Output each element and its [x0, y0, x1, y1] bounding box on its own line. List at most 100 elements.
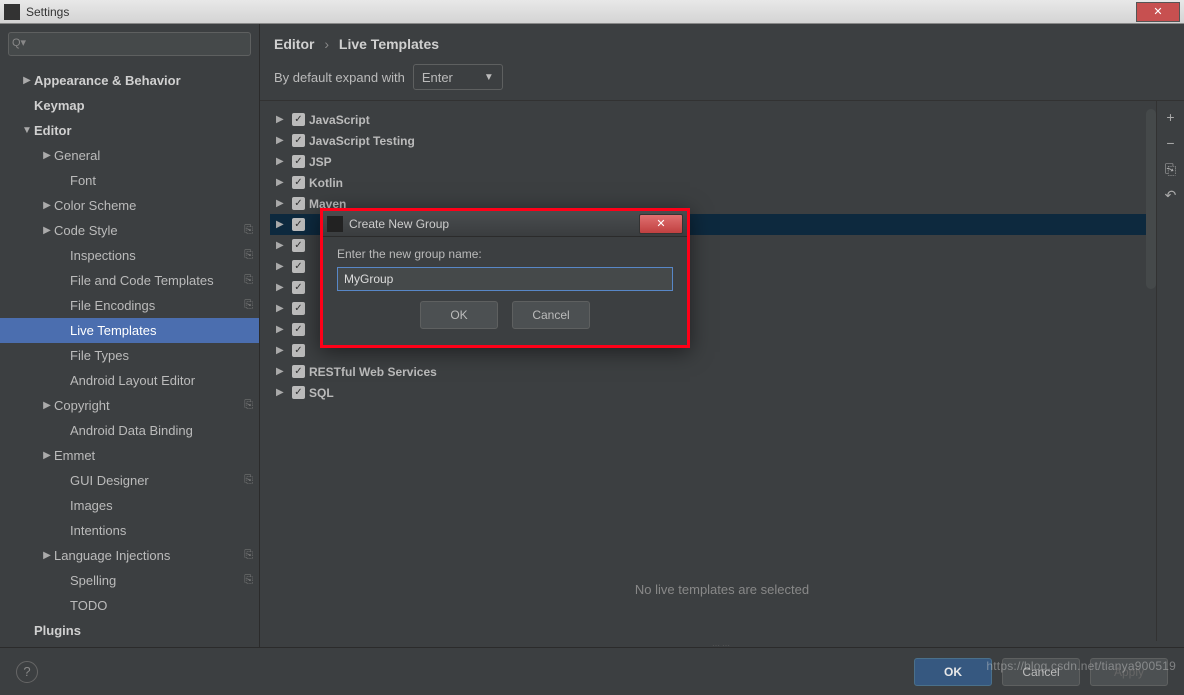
- breadcrumb-live-templates: Live Templates: [339, 36, 439, 52]
- sidebar-item-label: Emmet: [54, 448, 95, 463]
- tree-arrow-icon: ▶: [40, 400, 54, 411]
- dialog-close-button[interactable]: ✕: [639, 214, 683, 234]
- remove-template-button[interactable]: −: [1161, 133, 1181, 153]
- restore-template-button[interactable]: ↶: [1161, 185, 1181, 205]
- sidebar-item-appearance-behavior[interactable]: ▶Appearance & Behavior: [0, 68, 259, 93]
- sidebar-item-label: Code Style: [54, 223, 118, 238]
- dialog-ok-button[interactable]: OK: [420, 301, 498, 329]
- template-checkbox[interactable]: ✓: [292, 218, 305, 231]
- sidebar-item-keymap[interactable]: Keymap: [0, 93, 259, 118]
- sidebar-item-android-layout-editor[interactable]: Android Layout Editor: [0, 368, 259, 393]
- sidebar-item-label: File and Code Templates: [70, 273, 214, 288]
- sidebar-item-label: Editor: [34, 123, 72, 138]
- sidebar-item-spelling[interactable]: Spelling⎘: [0, 568, 259, 593]
- template-checkbox[interactable]: ✓: [292, 155, 305, 168]
- template-checkbox[interactable]: ✓: [292, 260, 305, 273]
- template-checkbox[interactable]: ✓: [292, 281, 305, 294]
- resize-grip[interactable]: ⋯⋯: [260, 641, 1184, 647]
- sidebar-item-code-style[interactable]: ▶Code Style⎘: [0, 218, 259, 243]
- expand-arrow-icon: ▶: [276, 261, 288, 272]
- tree-arrow-icon: ▶: [40, 450, 54, 461]
- template-checkbox[interactable]: ✓: [292, 134, 305, 147]
- template-group-row[interactable]: ▶✓Kotlin: [270, 172, 1152, 193]
- sidebar-item-label: Plugins: [34, 623, 81, 638]
- sidebar-item-language-injections[interactable]: ▶Language Injections⎘: [0, 543, 259, 568]
- expand-with-select[interactable]: Enter ▼: [413, 64, 503, 90]
- template-checkbox[interactable]: ✓: [292, 197, 305, 210]
- sidebar-item-label: Appearance & Behavior: [34, 73, 181, 88]
- breadcrumb-editor[interactable]: Editor: [274, 36, 314, 52]
- help-button[interactable]: ?: [16, 661, 38, 683]
- expand-arrow-icon: ▶: [276, 303, 288, 314]
- app-icon: [4, 4, 20, 20]
- sidebar-item-emmet[interactable]: ▶Emmet: [0, 443, 259, 468]
- add-template-button[interactable]: +: [1161, 107, 1181, 127]
- expand-arrow-icon: ▶: [276, 345, 288, 356]
- watermark: https://blog.csdn.net/tianya900519: [986, 659, 1176, 673]
- sidebar-item-general[interactable]: ▶General: [0, 143, 259, 168]
- template-checkbox[interactable]: ✓: [292, 386, 305, 399]
- template-checkbox[interactable]: ✓: [292, 176, 305, 189]
- template-group-label: JavaScript Testing: [309, 134, 415, 148]
- sidebar-item-label: General: [54, 148, 100, 163]
- tree-arrow-icon: ▶: [20, 75, 34, 86]
- scrollbar[interactable]: [1146, 109, 1156, 289]
- template-group-row[interactable]: ▶✓RESTful Web Services: [270, 361, 1152, 382]
- sidebar-item-label: Android Layout Editor: [70, 373, 195, 388]
- sidebar-item-label: Live Templates: [70, 323, 156, 338]
- group-name-input[interactable]: [337, 267, 673, 291]
- settings-ok-button[interactable]: OK: [914, 658, 992, 686]
- settings-search-input[interactable]: [8, 32, 251, 56]
- sidebar-item-label: Android Data Binding: [70, 423, 193, 438]
- sidebar-item-font[interactable]: Font: [0, 168, 259, 193]
- sidebar-item-file-encodings[interactable]: File Encodings⎘: [0, 293, 259, 318]
- sidebar-item-editor[interactable]: ▼Editor: [0, 118, 259, 143]
- search-icon: Q▾: [12, 36, 26, 49]
- sidebar-item-inspections[interactable]: Inspections⎘: [0, 243, 259, 268]
- expand-arrow-icon: ▶: [276, 177, 288, 188]
- sidebar-item-label: GUI Designer: [70, 473, 149, 488]
- tree-arrow-icon: ▶: [40, 200, 54, 211]
- template-group-row[interactable]: ▶ ✓ JavaScript Testing: [270, 130, 1152, 151]
- sidebar-item-label: Images: [70, 498, 113, 513]
- sidebar-item-plugins[interactable]: Plugins: [0, 618, 259, 643]
- settings-tree[interactable]: ▶Appearance & BehaviorKeymap▼Editor▶Gene…: [0, 64, 259, 647]
- dialog-cancel-button[interactable]: Cancel: [512, 301, 590, 329]
- sidebar-item-label: Color Scheme: [54, 198, 136, 213]
- sidebar-item-android-data-binding[interactable]: Android Data Binding: [0, 418, 259, 443]
- sidebar-item-file-types[interactable]: File Types: [0, 343, 259, 368]
- sidebar-item-images[interactable]: Images: [0, 493, 259, 518]
- sidebar-item-live-templates[interactable]: Live Templates: [0, 318, 259, 343]
- sidebar-item-label: Copyright: [54, 398, 110, 413]
- project-level-icon: ⎘: [244, 574, 253, 587]
- sidebar-item-color-scheme[interactable]: ▶Color Scheme: [0, 193, 259, 218]
- template-group-row[interactable]: ▶✓JSP: [270, 151, 1152, 172]
- templates-list[interactable]: ▶✓JavaScript▶✓JavaScript Testing▶✓JSP▶✓K…: [260, 101, 1156, 641]
- template-checkbox[interactable]: ✓: [292, 365, 305, 378]
- template-checkbox[interactable]: ✓: [292, 239, 305, 252]
- template-checkbox[interactable]: ✓: [292, 302, 305, 315]
- template-checkbox[interactable]: ✓: [292, 323, 305, 336]
- sidebar-item-label: Font: [70, 173, 96, 188]
- sidebar-item-intentions[interactable]: Intentions: [0, 518, 259, 543]
- tree-arrow-icon: ▼: [20, 125, 34, 136]
- expand-arrow-icon: ▶: [276, 135, 288, 146]
- sidebar-item-gui-designer[interactable]: GUI Designer⎘: [0, 468, 259, 493]
- sidebar-item-copyright[interactable]: ▶Copyright⎘: [0, 393, 259, 418]
- dialog-icon: [327, 216, 343, 232]
- sidebar-item-todo[interactable]: TODO: [0, 593, 259, 618]
- sidebar-item-file-and-code-templates[interactable]: File and Code Templates⎘: [0, 268, 259, 293]
- window-close-button[interactable]: ✕: [1136, 2, 1180, 22]
- template-group-row[interactable]: ▶✓SQL: [270, 382, 1152, 403]
- sidebar-item-label: Keymap: [34, 98, 85, 113]
- duplicate-template-button[interactable]: ⎘: [1161, 159, 1181, 179]
- project-level-icon: ⎘: [244, 299, 253, 312]
- template-group-row[interactable]: ▶✓JavaScript: [270, 109, 1152, 130]
- sidebar-item-label: TODO: [70, 598, 107, 613]
- project-level-icon: ⎘: [244, 249, 253, 262]
- expand-arrow-icon: ▶: [276, 240, 288, 251]
- template-checkbox[interactable]: ✓: [292, 113, 305, 126]
- expand-arrow-icon: ▶: [276, 114, 288, 125]
- expand-arrow-icon: ▶: [276, 324, 288, 335]
- template-checkbox[interactable]: ✓: [292, 344, 305, 357]
